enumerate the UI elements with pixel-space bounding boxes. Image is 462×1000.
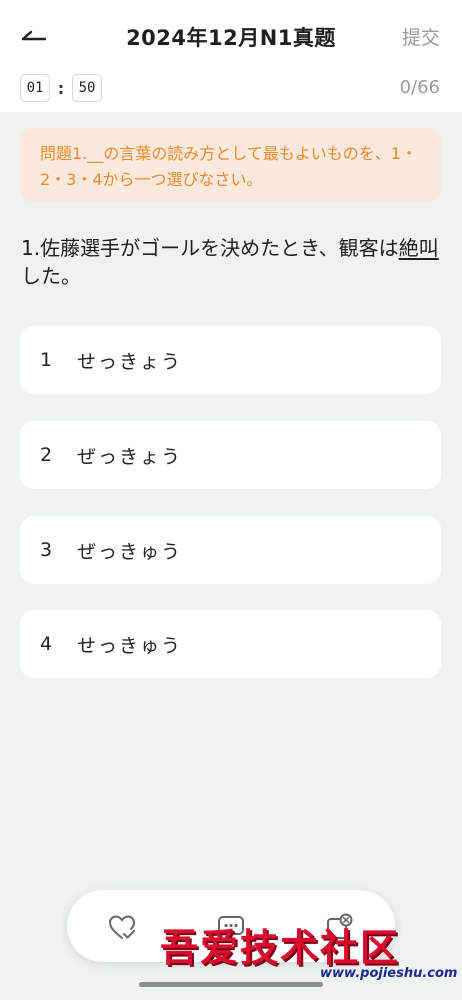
heart-check-icon	[108, 915, 136, 939]
timer: 01 : 50	[20, 74, 102, 102]
watermark-url: www.pojieshu.com	[320, 966, 458, 981]
question-progress: 0/66	[399, 77, 440, 98]
option-number: 4	[40, 633, 53, 655]
question-text: 1.佐藤選手がゴールを決めたとき、観客は絶叫した。	[21, 234, 446, 290]
option-text: せっきょう	[77, 350, 183, 373]
option-number: 3	[40, 539, 53, 561]
submit-button[interactable]: 提交	[402, 23, 440, 50]
timer-minutes: 01	[20, 74, 50, 102]
option-number: 1	[40, 349, 53, 371]
option-number: 2	[40, 444, 53, 466]
answer-option-4[interactable]: 4 せっきゅう	[20, 610, 441, 678]
answer-option-2[interactable]: 2 ぜっきょう	[20, 421, 441, 489]
answer-option-1[interactable]: 1 せっきょう	[20, 326, 441, 394]
question-prefix: 1.佐藤選手がゴールを決めたとき、観客は	[21, 236, 399, 260]
header: 2024年12月N1真题 提交 01 : 50 0/66	[0, 0, 462, 112]
instruction-banner: 問題1.__の言葉の読み方として最もよいものを、1・2・3・4から一つ選びなさい…	[20, 128, 441, 202]
favorite-button[interactable]	[105, 910, 139, 944]
timer-separator: :	[57, 78, 65, 98]
option-text: ぜっきょう	[77, 445, 183, 468]
question-underlined-word: 絶叫	[398, 236, 439, 260]
option-text: ぜっきゅう	[77, 540, 183, 563]
answer-option-3[interactable]: 3 ぜっきゅう	[20, 516, 441, 584]
watermark-text: 吾爱技术社区	[160, 925, 401, 970]
timer-seconds: 50	[72, 74, 102, 102]
home-indicator[interactable]	[139, 982, 323, 987]
option-text: せっきゅう	[77, 634, 183, 657]
page-title: 2024年12月N1真题	[126, 26, 336, 50]
question-suffix: した。	[21, 264, 81, 288]
